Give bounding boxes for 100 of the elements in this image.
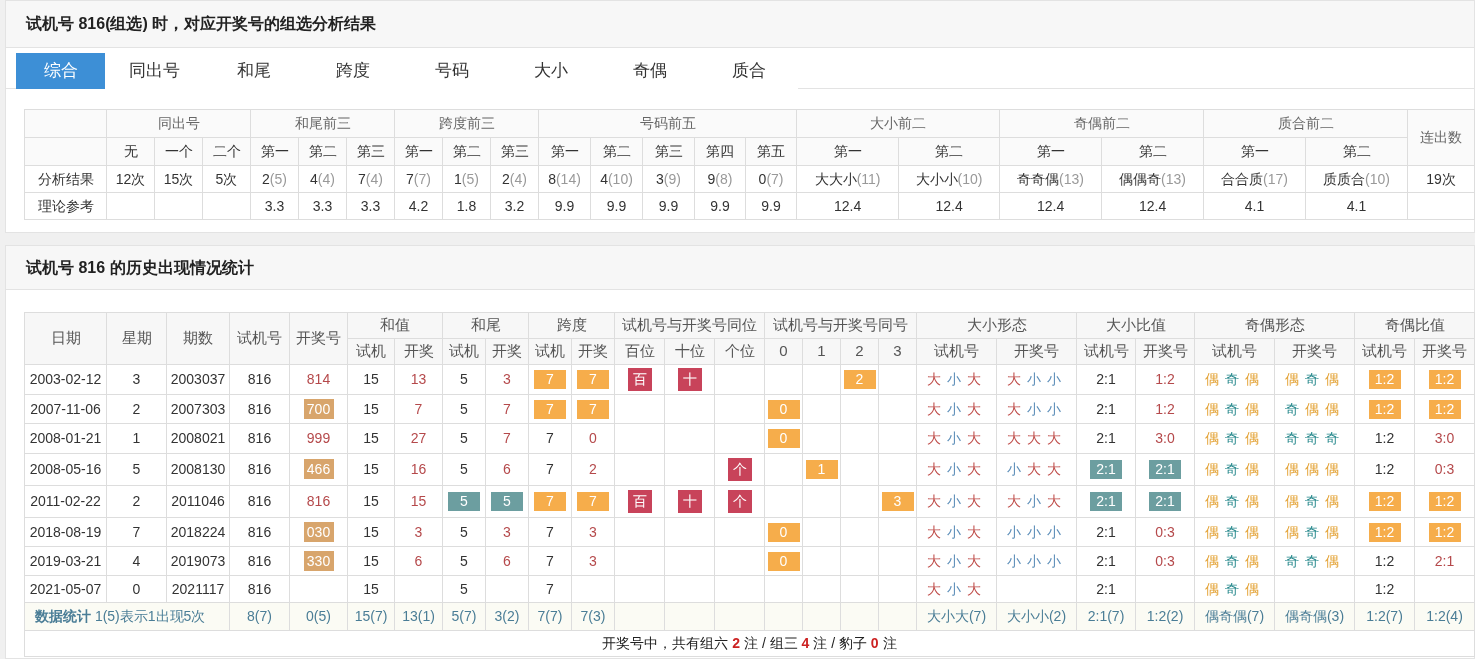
column-header: 0 (764, 338, 803, 365)
table-cell: 质质合(10) (1305, 165, 1408, 193)
column-header: 试机号 (1076, 338, 1136, 365)
section-title: 试机号 816 的历史出现情况统计 (26, 257, 254, 278)
table-cell: 9(8) (694, 165, 746, 193)
highlighted-value: 2:1 (1090, 492, 1122, 511)
table-cell: 13(1) (394, 602, 443, 631)
table-cell: 2021-05-07 (24, 575, 107, 603)
table-cell: 3 (571, 546, 615, 576)
table-cell: 7 (528, 453, 572, 486)
table-cell: 3.3 (346, 192, 395, 220)
table-cell: 1:2 (1354, 423, 1415, 454)
section-title: 试机号 816(组选) 时，对应开奖号的组选分析结果 (26, 14, 377, 34)
table-cell: 3(2) (485, 602, 529, 631)
column-header: 试机号与开奖号同位 (614, 312, 765, 339)
table-cell: 2008-05-16 (24, 453, 107, 486)
table-cell: 15 (347, 423, 395, 454)
highlighted-value: 0 (767, 429, 800, 448)
table-cell: 大 小 大 (916, 423, 997, 454)
table-cell: 2:1 (1076, 517, 1136, 547)
table-cell: 2:1 (1076, 394, 1136, 424)
table-cell: 15 (347, 364, 395, 395)
column-header: 3 (878, 338, 917, 365)
column-header: 第一 (394, 137, 443, 166)
highlighted-value: 1:2 (1428, 370, 1461, 389)
highlighted-value: 1:2 (1368, 492, 1401, 511)
table-cell: 12.4 (898, 192, 1000, 220)
table-cell: 小 小 小 (996, 546, 1077, 576)
column-header: 号码前五 (538, 109, 797, 138)
table-cell: 7 (528, 517, 572, 547)
table-cell: 大 小 小 (996, 394, 1077, 424)
table-cell: 0(7) (745, 165, 797, 193)
column-header: 第一 (999, 137, 1102, 166)
table-cell: 1:2 (1135, 364, 1195, 395)
column-header: 开奖 (571, 338, 615, 365)
highlighted-value: 7 (534, 370, 566, 389)
highlighted-value: 0 (767, 399, 800, 419)
column-header: 第二 (898, 137, 1000, 166)
table-cell: 大小小(10) (898, 165, 1000, 193)
table-cell: 小 小 小 (996, 517, 1077, 547)
column-header: 第三 (490, 137, 539, 166)
table-cell: 奇 奇 奇 (1274, 423, 1355, 454)
table-cell: 2008-01-21 (24, 423, 107, 454)
table-cell: 5 (442, 364, 486, 395)
table-cell: 4.1 (1305, 192, 1408, 220)
column-header: 第二 (298, 137, 347, 166)
column-header: 奇偶前二 (999, 109, 1204, 138)
column-header: 个位 (714, 338, 765, 365)
table-cell: 4.1 (1203, 192, 1306, 220)
column-header: 第一 (796, 137, 899, 166)
column-header: 跨度前三 (394, 109, 539, 138)
table-cell: 5(7) (442, 602, 486, 631)
highlighted-value: 1:2 (1368, 370, 1401, 389)
table-cell: 2008130 (166, 453, 230, 486)
table-cell: 816 (229, 575, 290, 603)
column-header: 期数 (166, 312, 230, 365)
table-cell: 1:2 (1354, 575, 1415, 603)
column-header: 星期 (106, 312, 167, 365)
table-cell: 2:1(7) (1076, 602, 1136, 631)
highlighted-value: 百 (627, 368, 652, 391)
column-header: 开奖号 (1135, 338, 1195, 365)
table-cell: 15 (394, 485, 443, 518)
highlighted-value: 2:1 (1149, 460, 1181, 479)
table-cell: 816 (229, 423, 290, 454)
table-cell: 2003-02-12 (24, 364, 107, 395)
table-cell: 偶 奇 偶 (1274, 364, 1355, 395)
table-cell: 9.9 (538, 192, 591, 220)
column-header: 大小前二 (796, 109, 1000, 138)
table-cell: 15 (347, 394, 395, 424)
column-header: 第一 (250, 137, 299, 166)
column-header: 十位 (664, 338, 715, 365)
table-cell: 12.4 (1101, 192, 1204, 220)
column-header: 无 (106, 137, 155, 166)
highlighted-value: 个 (727, 458, 752, 481)
table-cell: 816 (229, 364, 290, 395)
table-cell: 3(9) (642, 165, 695, 193)
table-cell: 1:2 (1135, 394, 1195, 424)
highlighted-value: 7 (534, 399, 566, 419)
table-cell: 7(7) (394, 165, 443, 193)
highlighted-value: 2:1 (1090, 460, 1122, 479)
table-cell: 偶 奇 偶 (1194, 453, 1275, 486)
table-cell: 15 (347, 546, 395, 576)
column-header: 奇偶比值 (1354, 312, 1475, 339)
table-cell: 偶奇偶(7) (1194, 602, 1275, 631)
highlighted-value: 7 (534, 492, 566, 511)
table-cell: 19次 (1407, 165, 1475, 193)
highlighted-value: 7 (577, 370, 609, 389)
table-cell: 2 (571, 453, 615, 486)
table-cell: 大 小 小 (996, 364, 1077, 395)
column-header: 第二 (1101, 137, 1204, 166)
table-cell: 5 (442, 423, 486, 454)
table-cell: 大大小(11) (796, 165, 899, 193)
table-cell: 3 (106, 364, 167, 395)
table-cell: 大 小 大 (916, 364, 997, 395)
table-cell: 16 (394, 453, 443, 486)
column-header: 试机 (442, 338, 486, 365)
column-header: 和值 (347, 312, 443, 339)
table-cell: 9.9 (642, 192, 695, 220)
highlighted-value: 7 (577, 399, 609, 419)
table-cell: 5 (442, 517, 486, 547)
